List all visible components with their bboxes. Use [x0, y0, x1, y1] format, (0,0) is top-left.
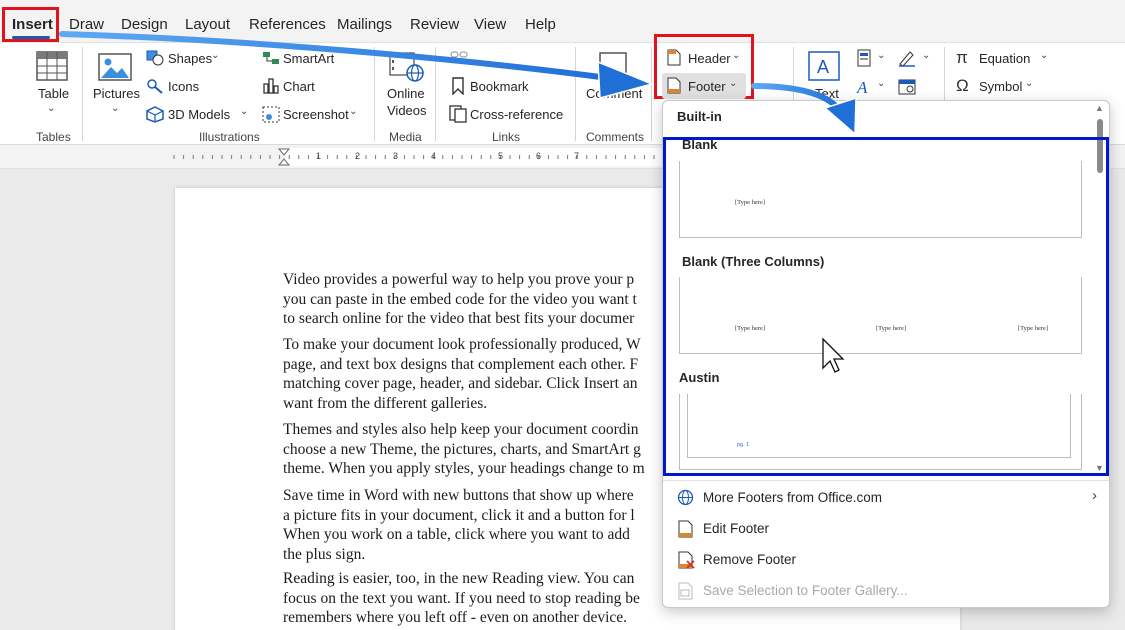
- chart-icon: [263, 78, 279, 94]
- ruler-number: 1: [316, 151, 322, 161]
- ruler-number: 5: [498, 151, 504, 161]
- footer-button[interactable]: Footer: [688, 79, 726, 94]
- save-selection-label: Save Selection to Footer Gallery...: [703, 583, 908, 598]
- quick-parts-chevron-icon[interactable]: ⌄: [877, 50, 885, 61]
- gallery-highlight-box: [663, 137, 1109, 476]
- header-button[interactable]: Header: [688, 51, 731, 66]
- ruler-number: 3: [393, 151, 399, 161]
- footer-chevron-icon[interactable]: ⌄: [729, 78, 737, 89]
- pictures-chevron-icon[interactable]: ⌄: [111, 103, 119, 114]
- 3d-models-chevron-icon[interactable]: ⌄: [240, 106, 248, 117]
- symbol-button[interactable]: Symbol: [979, 79, 1022, 94]
- cross-reference-button[interactable]: Cross-reference: [470, 107, 563, 122]
- wordart-chevron-icon[interactable]: ⌄: [877, 78, 885, 89]
- separator: [82, 47, 83, 141]
- tab-help[interactable]: Help: [525, 16, 556, 33]
- comment-icon[interactable]: [598, 51, 628, 81]
- signature-line-chevron-icon[interactable]: ⌄: [922, 50, 930, 61]
- header-chevron-icon[interactable]: ⌄: [732, 50, 740, 61]
- ruler-number: 7: [574, 151, 580, 161]
- online-video-icon[interactable]: [389, 51, 425, 83]
- tab-draw[interactable]: Draw: [69, 16, 104, 33]
- header-icon: [667, 49, 681, 66]
- smartart-button[interactable]: SmartArt: [283, 51, 334, 66]
- online-videos-label-2[interactable]: Videos: [387, 103, 427, 118]
- signature-line-icon[interactable]: [898, 49, 916, 67]
- save-selection-icon: [678, 582, 693, 600]
- shapes-button[interactable]: Shapes: [168, 51, 212, 66]
- bookmark-button[interactable]: Bookmark: [470, 79, 529, 94]
- remove-footer-menu-item[interactable]: Remove Footer: [663, 544, 1109, 575]
- quick-parts-icon[interactable]: [856, 49, 872, 67]
- link-icon: [450, 51, 468, 58]
- 3d-models-button[interactable]: 3D Models: [168, 107, 230, 122]
- footer-dropdown-menu: Built-in ▲ ▼ Blank [Type here] Blank (Th…: [662, 100, 1110, 608]
- screenshot-button[interactable]: Screenshot: [283, 107, 349, 122]
- group-label-links: Links: [492, 130, 521, 144]
- edit-footer-label: Edit Footer: [703, 521, 770, 536]
- edit-footer-icon: [678, 520, 693, 538]
- insert-tab-highlight: [2, 7, 59, 42]
- smartart-icon: [263, 52, 279, 64]
- screenshot-icon: [262, 106, 280, 123]
- tab-layout[interactable]: Layout: [185, 16, 230, 33]
- chart-button[interactable]: Chart: [283, 79, 315, 94]
- ruler-number: 2: [355, 151, 361, 161]
- shapes-icon: [146, 50, 164, 66]
- table-icon[interactable]: [36, 51, 68, 81]
- group-label-illustrations: Illustrations: [199, 130, 260, 144]
- pictures-button[interactable]: Pictures: [93, 86, 140, 101]
- separator: [651, 47, 652, 141]
- remove-footer-icon: [678, 551, 695, 569]
- table-chevron-icon[interactable]: ⌄: [47, 103, 55, 114]
- ruler-number: 4: [431, 151, 437, 161]
- shapes-chevron-icon[interactable]: ⌄: [211, 50, 219, 61]
- online-videos-label-1[interactable]: Online: [387, 86, 425, 101]
- tab-design[interactable]: Design: [121, 16, 168, 33]
- tab-review[interactable]: Review: [410, 16, 459, 33]
- equation-button[interactable]: Equation: [979, 51, 1030, 66]
- scroll-up-icon[interactable]: ▲: [1095, 103, 1104, 113]
- tab-mailings[interactable]: Mailings: [337, 16, 392, 33]
- menu-divider: [663, 480, 1109, 481]
- svg-text:A: A: [817, 57, 829, 77]
- pictures-icon[interactable]: [98, 53, 132, 81]
- table-button[interactable]: Table: [38, 86, 69, 101]
- submenu-arrow-icon: ›: [1092, 487, 1097, 504]
- save-selection-menu-item: Save Selection to Footer Gallery...: [663, 575, 1109, 606]
- separator: [435, 47, 436, 141]
- screenshot-chevron-icon[interactable]: ⌄: [349, 106, 357, 117]
- equation-chevron-icon[interactable]: ⌄: [1040, 50, 1048, 61]
- globe-icon: [677, 489, 694, 506]
- separator: [374, 47, 375, 141]
- tab-view[interactable]: View: [474, 16, 506, 33]
- group-label-media: Media: [389, 130, 422, 144]
- 3d-models-icon: [146, 106, 164, 123]
- symbol-icon[interactable]: Ω: [956, 76, 969, 96]
- separator: [575, 47, 576, 141]
- footer-icon: [667, 77, 681, 94]
- icons-icon: [147, 79, 163, 94]
- built-in-heading: Built-in: [677, 109, 722, 124]
- text-box-icon[interactable]: A: [807, 50, 841, 82]
- cross-reference-icon: [449, 105, 467, 123]
- text-button[interactable]: Text: [815, 86, 839, 101]
- ribbon-tab-bar: Insert Draw Design Layout References Mai…: [0, 0, 1125, 42]
- icons-button[interactable]: Icons: [168, 79, 199, 94]
- tab-references[interactable]: References: [249, 16, 326, 33]
- svg-text:A: A: [856, 78, 868, 95]
- symbol-chevron-icon[interactable]: ⌄: [1025, 78, 1033, 89]
- more-footers-label: More Footers from Office.com: [703, 490, 883, 505]
- group-label-comments: Comments: [586, 130, 645, 144]
- bookmark-icon: [452, 77, 464, 95]
- date-time-icon[interactable]: [898, 77, 916, 95]
- edit-footer-menu-item[interactable]: Edit Footer: [663, 513, 1109, 544]
- remove-footer-label: Remove Footer: [703, 552, 797, 567]
- ruler-number: 6: [536, 151, 542, 161]
- group-label-tables: Tables: [36, 130, 71, 144]
- comment-button[interactable]: Comment: [586, 86, 642, 101]
- equation-icon[interactable]: π: [956, 48, 968, 68]
- wordart-icon[interactable]: A: [855, 77, 873, 95]
- more-footers-menu-item[interactable]: More Footers from Office.com ›: [663, 482, 1109, 513]
